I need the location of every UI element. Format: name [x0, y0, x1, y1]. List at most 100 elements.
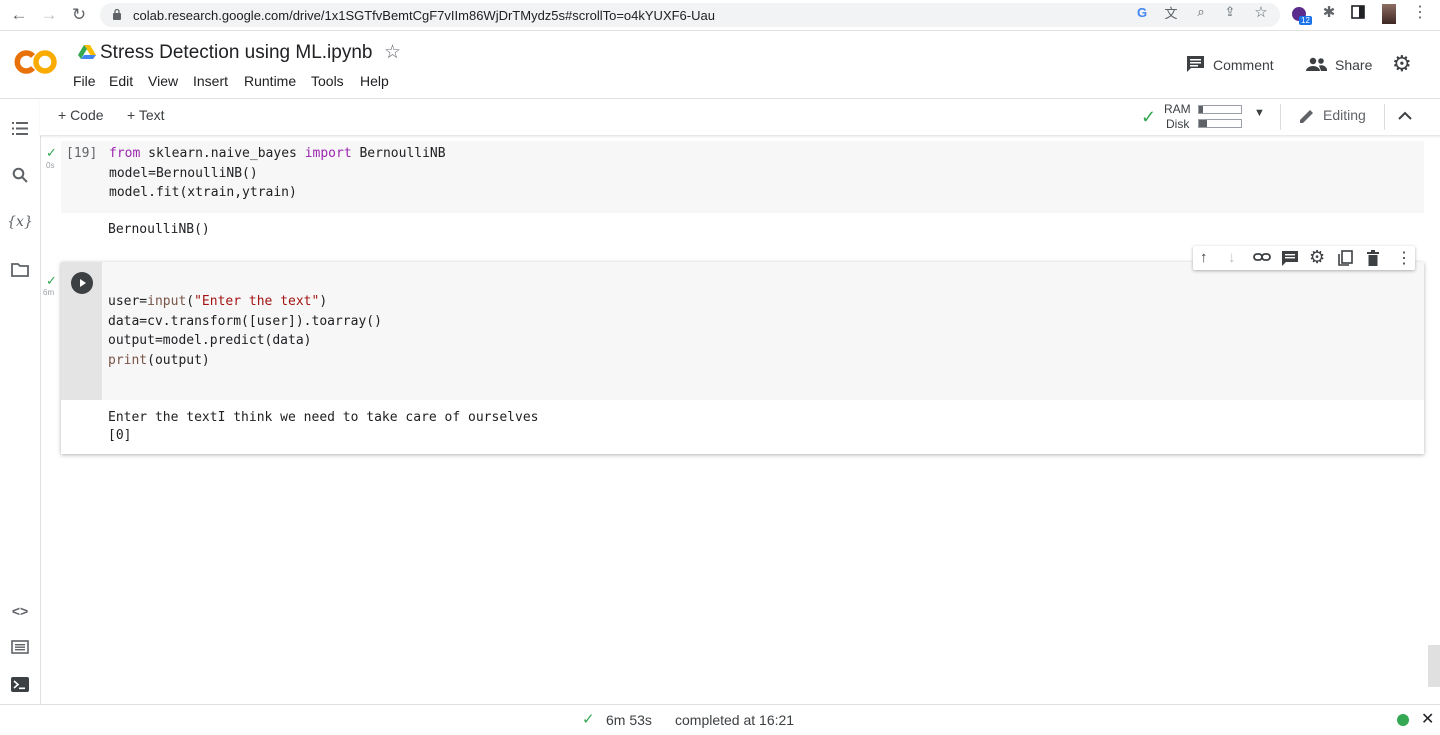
code-line: model.fit(xtrain,ytrain) — [109, 185, 297, 200]
connection-status-dot — [1397, 714, 1409, 726]
code-line: output=model.predict(data) — [108, 333, 312, 348]
code-cell[interactable]: ✓ 0s [19] from sklearn.naive_bayes impor… — [40, 136, 1440, 246]
scrollbar-thumb[interactable] — [1428, 645, 1440, 687]
menu-help[interactable]: Help — [360, 73, 389, 89]
code-line: data=cv.transform([user]).toarray() — [108, 313, 382, 329]
people-icon — [1306, 57, 1328, 74]
code-line: print(output) — [108, 352, 210, 368]
extension-icon[interactable]: 12 — [1290, 5, 1312, 27]
move-cell-down-icon[interactable]: ↓ — [1228, 249, 1236, 266]
divider — [1384, 104, 1385, 130]
cell-output: BernoulliNB() — [108, 222, 210, 237]
play-icon — [80, 279, 86, 287]
close-status-icon[interactable]: ✕ — [1421, 709, 1434, 729]
google-icon[interactable]: G — [1132, 3, 1152, 21]
left-sidebar: {x} <> — [0, 99, 41, 704]
bookmark-star-icon[interactable]: ☆ — [1251, 3, 1271, 21]
divider — [1280, 104, 1281, 130]
output-line: Enter the textI think we need to take ca… — [108, 410, 539, 425]
code-builtin: input — [147, 294, 187, 309]
address-bar[interactable]: colab.research.google.com/drive/1x1SGTfv… — [100, 3, 1280, 27]
side-panel-icon[interactable] — [1348, 3, 1368, 21]
delete-trash-icon[interactable] — [1367, 250, 1379, 271]
menu-runtime[interactable]: Runtime — [244, 73, 296, 89]
add-code-button[interactable]: + Code — [58, 107, 104, 123]
forward-arrow-icon[interactable]: → — [38, 4, 60, 26]
search-icon[interactable] — [9, 164, 31, 186]
zoom-icon[interactable]: ⌕ — [1191, 3, 1211, 21]
pencil-icon — [1299, 108, 1315, 129]
files-folder-icon[interactable] — [9, 259, 31, 281]
colab-logo[interactable] — [14, 46, 60, 78]
add-text-button[interactable]: + Text — [127, 107, 165, 123]
colab-header: Stress Detection using ML.ipynb ☆ File E… — [0, 31, 1440, 99]
url-text: colab.research.google.com/drive/1x1SGTfv… — [133, 8, 715, 23]
editing-label: Editing — [1323, 107, 1366, 123]
code-cell-focused[interactable]: user=input("Enter the text") data=cv.tran… — [61, 262, 1424, 454]
ram-usage-bar[interactable] — [1198, 105, 1242, 114]
run-success-check-icon: ✓ — [46, 145, 57, 160]
menu-tools[interactable]: Tools — [311, 73, 344, 89]
execution-duration: 6m 53s — [606, 712, 652, 728]
terminal-icon[interactable] — [9, 673, 31, 695]
code-line: user=input("Enter the text") — [108, 294, 328, 309]
share-page-icon[interactable]: ⇪ — [1220, 3, 1240, 21]
extension-badge: 12 — [1299, 16, 1312, 25]
reload-icon[interactable]: ↻ — [68, 4, 90, 26]
ram-label: RAM — [1164, 102, 1191, 116]
code-line: from sklearn.naive_bayes import Bernoull… — [109, 146, 446, 161]
share-button[interactable]: Share — [1306, 53, 1372, 77]
disk-usage-fill — [1199, 120, 1207, 127]
code-keyword: from — [109, 146, 141, 161]
google-drive-icon — [78, 44, 96, 60]
settings-gear-icon[interactable]: ⚙ — [1392, 53, 1414, 75]
cell-settings-gear-icon[interactable]: ⚙ — [1309, 247, 1325, 268]
output-line: [0] — [108, 428, 132, 443]
status-bar: ✓ 6m 53s completed at 16:21 ✕ — [0, 704, 1440, 735]
profile-avatar[interactable] — [1382, 4, 1396, 24]
link-icon[interactable] — [1253, 250, 1271, 269]
move-cell-up-icon[interactable]: ↑ — [1200, 249, 1208, 266]
variables-icon[interactable]: {x} — [7, 211, 33, 233]
comment-icon — [1186, 55, 1205, 76]
mirror-cell-icon[interactable] — [1338, 250, 1353, 271]
menu-insert[interactable]: Insert — [193, 73, 228, 89]
run-success-check-icon: ✓ — [46, 273, 57, 288]
run-duration: 6m — [43, 288, 55, 297]
more-options-icon[interactable]: ⋮ — [1396, 248, 1412, 268]
browser-menu-icon[interactable]: ⋮ — [1410, 3, 1430, 21]
code-string: "Enter the text" — [194, 294, 320, 309]
notebook-title[interactable]: Stress Detection using ML.ipynb — [100, 42, 372, 64]
run-cell-button[interactable] — [71, 272, 93, 294]
code-line: model=BernoulliNB() — [109, 165, 258, 181]
disk-label: Disk — [1166, 117, 1190, 131]
run-duration: 0s — [46, 161, 55, 170]
status-check-icon: ✓ — [582, 711, 595, 728]
collapse-header-icon[interactable] — [1398, 108, 1412, 126]
share-label: Share — [1335, 57, 1373, 73]
connected-check-icon: ✓ — [1141, 107, 1157, 127]
puzzle-icon[interactable]: ✱ — [1319, 3, 1339, 21]
completed-time: completed at 16:21 — [675, 712, 795, 728]
runtime-dropdown-icon[interactable]: ▼ — [1254, 107, 1265, 119]
translate-icon[interactable]: 文 — [1161, 3, 1181, 21]
execution-count: [19] — [66, 146, 98, 161]
menu-view[interactable]: View — [148, 73, 178, 89]
disk-usage-bar[interactable] — [1198, 119, 1242, 128]
code-builtin: print — [108, 352, 148, 368]
table-of-contents-icon[interactable] — [9, 117, 31, 139]
menu-edit[interactable]: Edit — [109, 73, 133, 89]
code-keyword: import — [304, 146, 352, 161]
code-snippets-icon[interactable]: <> — [9, 600, 31, 622]
comment-label: Comment — [1213, 57, 1274, 73]
menu-file[interactable]: File — [73, 73, 96, 89]
code-content: from sklearn.naive_bayes import Bernoull… — [109, 144, 446, 203]
notebook-toolbar: + Code + Text ✓ RAM Disk ▼ Editing — [40, 99, 1440, 136]
cell-output: Enter the textI think we need to take ca… — [108, 409, 538, 445]
comment-icon[interactable] — [1282, 251, 1298, 271]
command-palette-icon[interactable] — [9, 636, 31, 658]
code-content: user=input("Enter the text") data=cv.tran… — [108, 292, 382, 370]
comment-button[interactable]: Comment — [1186, 53, 1274, 77]
back-arrow-icon[interactable]: ← — [8, 4, 30, 26]
star-icon[interactable]: ☆ — [384, 41, 401, 64]
